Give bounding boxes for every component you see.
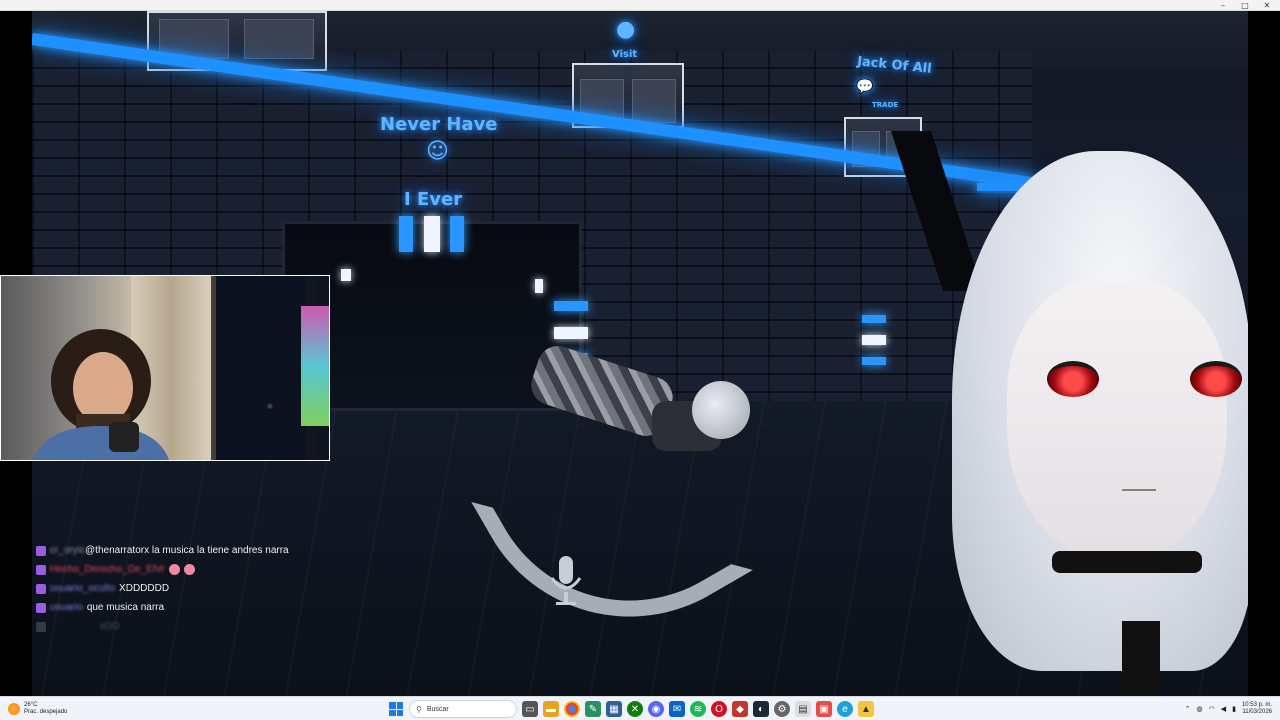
edge-icon[interactable]: e bbox=[837, 701, 853, 717]
avatar-tie bbox=[1122, 621, 1160, 696]
avatar-mouth bbox=[1122, 489, 1156, 491]
chat-message: xDD bbox=[36, 617, 366, 636]
notes-icon[interactable]: ✎ bbox=[585, 701, 601, 717]
chat-username: usuario bbox=[50, 602, 83, 613]
sign-bar-white bbox=[424, 216, 440, 252]
sub-badge-icon bbox=[36, 602, 46, 613]
sign-visit: Visit bbox=[612, 49, 638, 60]
avatar-eye-left bbox=[1047, 361, 1099, 397]
chat-bubbles-icon: 💬 bbox=[856, 79, 874, 95]
weather-sun-icon bbox=[8, 703, 20, 715]
sub-badge-icon bbox=[36, 583, 46, 594]
app-red-icon[interactable]: ◆ bbox=[732, 701, 748, 717]
task-view-icon[interactable]: ▭ bbox=[522, 701, 538, 717]
webcam-overlay bbox=[0, 275, 330, 461]
mail-icon[interactable]: ✉ bbox=[669, 701, 685, 717]
avatar-eye-right bbox=[1190, 361, 1242, 397]
minimize-button[interactable]: – bbox=[1212, 0, 1234, 11]
chat-message: usuario_oculto XDDDDDD bbox=[36, 579, 366, 598]
windows-logo-icon bbox=[389, 702, 403, 716]
wall-light bbox=[862, 315, 886, 323]
taskbar-center: ⚲ Buscar ▭ ▬ ✎ ▦ ✕ ◉ ✉ ≋ O ◆ ◐ ⚙ ▤ ▣ e ▲ bbox=[388, 700, 874, 718]
sign-trade: TRADE bbox=[872, 101, 899, 109]
chat-message: cr_oryic @thenarratorx la musica la tien… bbox=[36, 541, 366, 560]
chat-username: Hecho_Derecho_De_ElVr bbox=[50, 564, 165, 575]
small-light bbox=[341, 269, 351, 281]
spotify-icon[interactable]: ≋ bbox=[690, 701, 706, 717]
emote-icon bbox=[183, 564, 195, 575]
wifi-icon[interactable]: ◠ bbox=[1209, 705, 1215, 713]
chevron-up-icon[interactable]: ⌃ bbox=[1185, 705, 1191, 713]
search-box[interactable]: ⚲ Buscar bbox=[409, 700, 517, 718]
bomb-icon: ● bbox=[616, 17, 636, 42]
clock[interactable]: 10:53 p. m. 11/03/2026 bbox=[1242, 702, 1272, 716]
weather-temp: 26°C bbox=[24, 702, 38, 708]
chat-text: XDDDDDD bbox=[119, 583, 170, 594]
sub-badge-icon bbox=[36, 545, 46, 556]
chat-text: @thenarratorx la musica la tiene andres … bbox=[85, 545, 289, 556]
wall-light bbox=[862, 357, 886, 365]
avatar-head bbox=[692, 381, 750, 439]
waving-figure-icon: ☺ bbox=[426, 139, 449, 164]
webcam-window bbox=[216, 276, 306, 460]
app-yellow-icon[interactable]: ▲ bbox=[858, 701, 874, 717]
avatar-self-mirror bbox=[932, 151, 1248, 696]
streamer bbox=[32, 329, 170, 460]
door-light bbox=[554, 301, 588, 311]
chat-text: xDD bbox=[100, 621, 120, 632]
sub-badge-icon bbox=[36, 564, 46, 575]
maximize-button[interactable]: □ bbox=[1234, 0, 1256, 11]
steam-icon[interactable]: ◐ bbox=[753, 701, 769, 717]
window-titlebar: – □ ✕ bbox=[0, 0, 1280, 11]
chat-username: cr_oryic bbox=[50, 545, 86, 556]
clock-time: 10:53 p. m. bbox=[1241, 702, 1272, 708]
discord-icon[interactable]: ◉ bbox=[648, 701, 664, 717]
store-icon[interactable]: ▦ bbox=[606, 701, 622, 717]
door-light-white bbox=[554, 327, 588, 339]
weather-condition: Prac. despejado bbox=[24, 709, 68, 715]
microphone-icon bbox=[550, 556, 582, 605]
chat-text: que musica narra bbox=[86, 602, 165, 613]
taskbar: 26°C Prac. despejado ⚲ Buscar ▭ ▬ ✎ ▦ ✕ … bbox=[0, 696, 1280, 720]
clock-date: 11/03/2026 bbox=[1242, 709, 1272, 715]
search-placeholder: Buscar bbox=[426, 705, 449, 713]
sign-i-ever: I Ever bbox=[404, 189, 463, 210]
photos-icon[interactable]: ▣ bbox=[816, 701, 832, 717]
chat-message: usuario que musica narra bbox=[36, 598, 366, 617]
sub-badge-icon bbox=[36, 621, 46, 632]
wall-light-white bbox=[862, 335, 886, 345]
search-icon: ⚲ bbox=[416, 704, 422, 714]
chat-overlay: cr_oryic @thenarratorx la musica la tien… bbox=[36, 541, 366, 636]
volume-icon[interactable]: ◀ bbox=[1221, 705, 1226, 713]
sign-bar bbox=[399, 216, 413, 252]
emote-icon bbox=[168, 564, 180, 575]
chat-message: Hecho_Derecho_De_ElVr bbox=[36, 560, 366, 579]
game-viewport[interactable]: Never Have ☺ I Ever Jack Of All 💬 TRADE … bbox=[0, 11, 1280, 696]
battery-icon[interactable]: ▮ bbox=[1232, 705, 1236, 713]
avatar-collar bbox=[1052, 551, 1202, 573]
webcam-rgb-pc bbox=[301, 306, 329, 426]
small-light bbox=[535, 279, 543, 293]
xbox-icon[interactable]: ✕ bbox=[627, 701, 643, 717]
settings-icon[interactable]: ⚙ bbox=[774, 701, 790, 717]
sign-bar bbox=[450, 216, 464, 252]
close-button[interactable]: ✕ bbox=[1256, 0, 1278, 11]
sign-never-have: Never Have bbox=[380, 114, 498, 135]
opera-icon[interactable]: O bbox=[711, 701, 727, 717]
system-tray: ⌃ ◍ ◠ ◀ ▮ 10:53 p. m. 11/03/2026 bbox=[1185, 700, 1272, 718]
app-tray-icon[interactable]: ◍ bbox=[1197, 705, 1203, 713]
file-explorer-icon[interactable]: ▬ bbox=[543, 701, 559, 717]
start-button[interactable] bbox=[388, 701, 404, 717]
chat-username: usuario_oculto bbox=[50, 583, 116, 594]
app-white-icon[interactable]: ▤ bbox=[795, 701, 811, 717]
chrome-icon[interactable] bbox=[564, 701, 580, 717]
avatar-face bbox=[1007, 281, 1227, 561]
avatar-fox[interactable] bbox=[471, 340, 762, 676]
weather-widget[interactable]: 26°C Prac. despejado bbox=[8, 700, 67, 718]
